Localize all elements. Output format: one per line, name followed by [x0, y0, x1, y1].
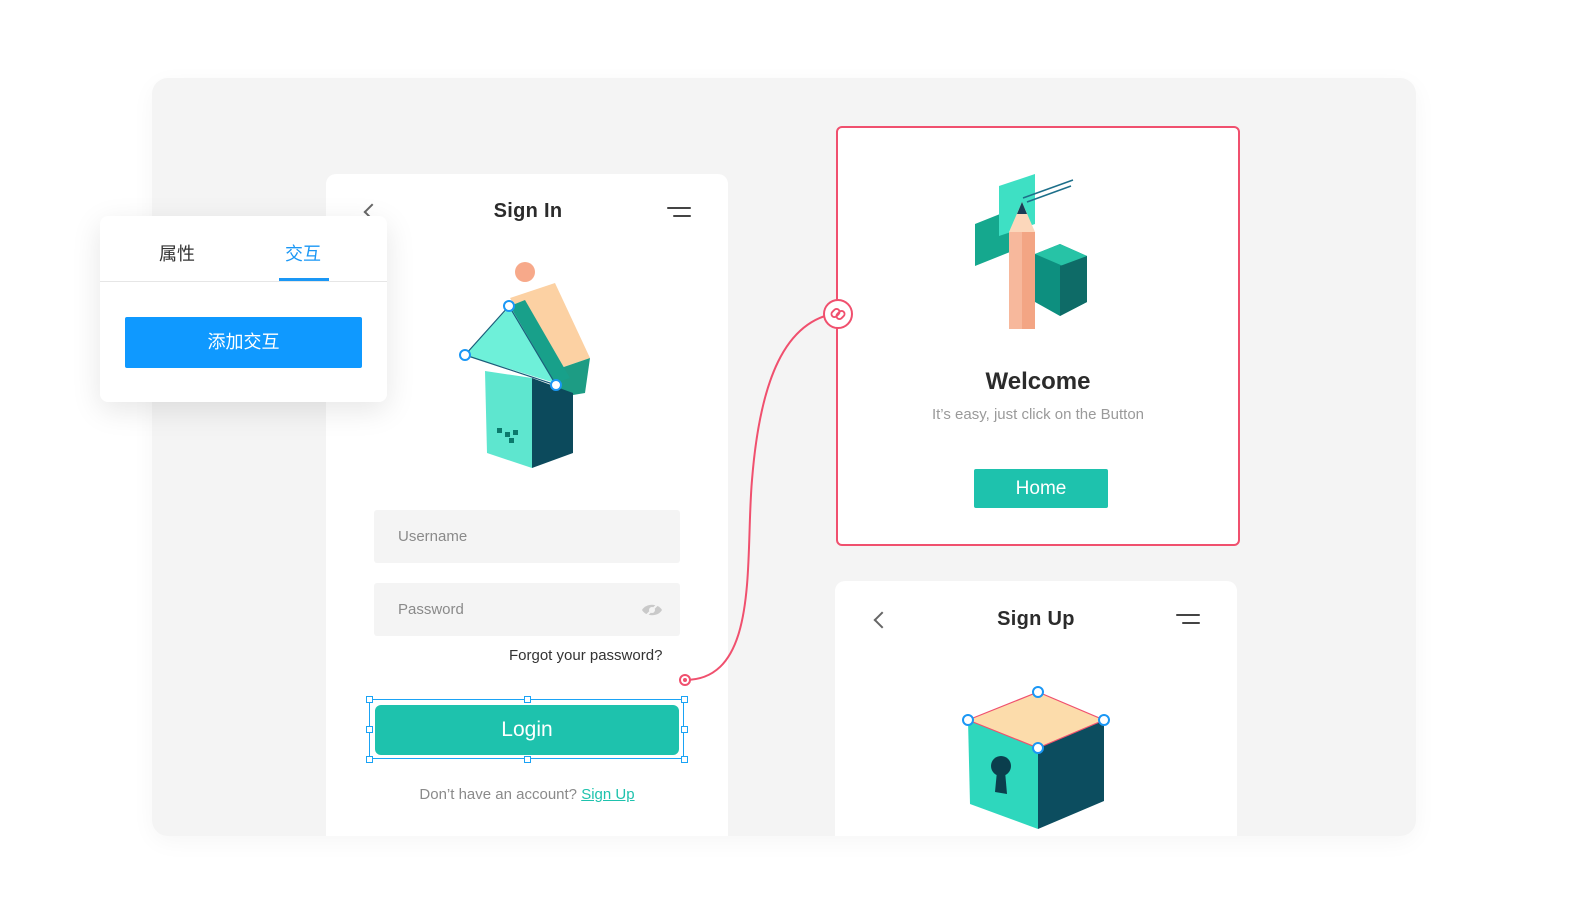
- interaction-link-line[interactable]: [0, 0, 1580, 920]
- menu-icon[interactable]: [1176, 614, 1200, 626]
- tab-properties[interactable]: 属性: [159, 240, 195, 266]
- properties-panel: [100, 216, 387, 402]
- lock-cube-illustration: [962, 686, 1110, 829]
- signup-title: Sign Up: [997, 608, 1075, 630]
- welcome-subtitle: It’s easy, just click on the Button: [931, 406, 1145, 423]
- add-interaction-button[interactable]: 添加交互: [125, 317, 362, 368]
- link-icon[interactable]: [822, 298, 854, 330]
- welcome-title: Welcome: [985, 368, 1091, 395]
- panel-divider: [100, 281, 387, 282]
- pencil-illustration: [975, 174, 1087, 329]
- home-button[interactable]: Home: [974, 469, 1108, 508]
- tab-interactions[interactable]: 交互: [285, 240, 321, 266]
